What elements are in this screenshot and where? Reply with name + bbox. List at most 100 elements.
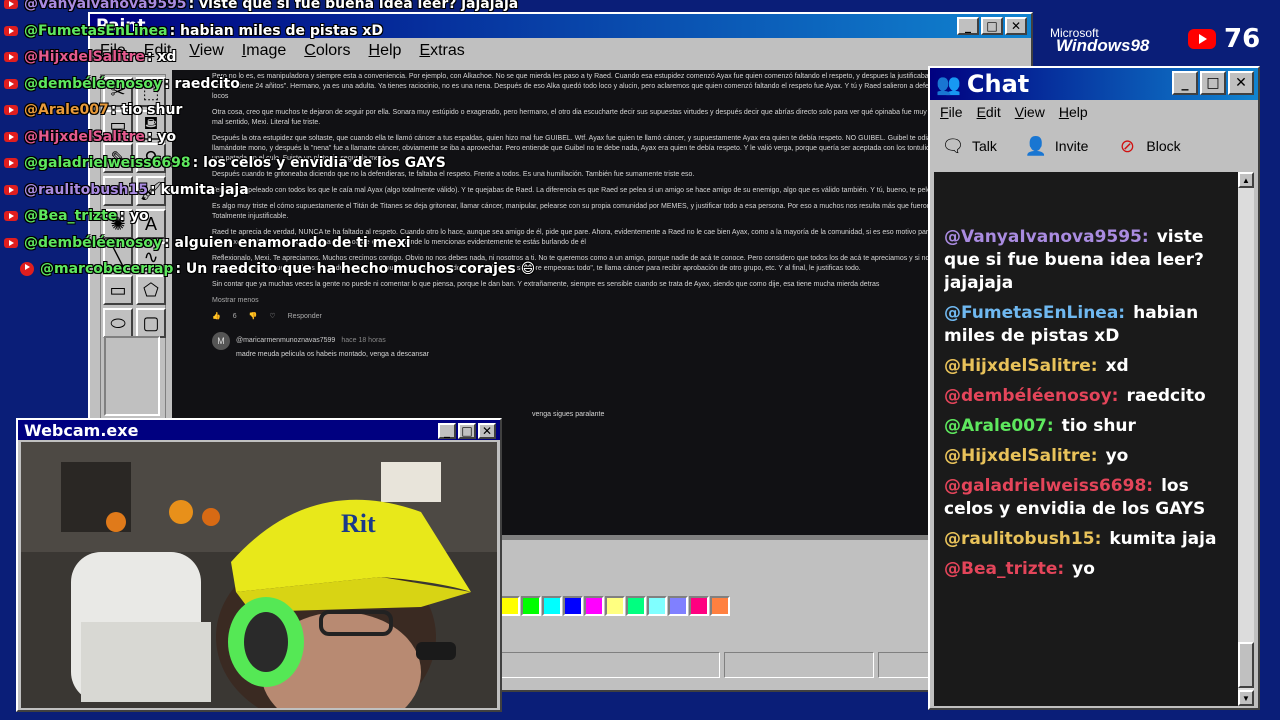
overlay-chat-line: @dembéléenosoy: raedcito [4, 76, 240, 92]
chat-username[interactable]: @raulitobush15: [944, 529, 1101, 549]
chat-message: @VanyaIvanova9595: viste que si fue buena… [944, 226, 1228, 295]
color-swatch[interactable] [584, 596, 604, 616]
color-swatch[interactable] [647, 596, 667, 616]
youtube-icon [4, 25, 18, 36]
minimize-button[interactable]: _ [1172, 71, 1198, 95]
scroll-up-icon[interactable]: ▲ [1238, 172, 1254, 188]
comment-paragraph: Terminaste peleado con todos los que le … [212, 187, 979, 194]
block-label: Block [1146, 138, 1181, 154]
chat-message: @Arale007: tio shur [944, 415, 1228, 438]
menu-help[interactable]: Help [369, 42, 402, 60]
show-less-link[interactable]: Mostrar menos [212, 296, 1012, 306]
overlay-chat-user: @dembéléenosoy [24, 234, 163, 251]
reply-button[interactable]: Responder [288, 312, 322, 322]
minimize-button[interactable]: _ [438, 423, 456, 439]
rectangle-tool-icon[interactable]: ▭ [103, 275, 133, 305]
color-swatch[interactable] [542, 596, 562, 616]
chat-username[interactable]: @VanyaIvanova9595: [944, 227, 1149, 247]
viewer-count: 76 [1224, 24, 1261, 54]
overlay-chat-line: @galadrielweiss6698: los celos y envidia… [4, 155, 446, 171]
chat-menu-help[interactable]: Help [1059, 104, 1088, 120]
talk-label: Talk [972, 138, 997, 154]
rounded-rect-tool-icon[interactable]: ▢ [136, 308, 166, 338]
youtube-icon [4, 158, 18, 168]
color-swatch[interactable] [563, 596, 583, 616]
maximize-button[interactable]: □ [458, 423, 476, 439]
close-button[interactable]: ✕ [1005, 17, 1027, 35]
chat-message: @dembéléenosoy: raedcito [944, 385, 1228, 408]
invite-button[interactable]: 👤 Invite [1023, 133, 1089, 159]
scroll-down-icon[interactable]: ▼ [1238, 690, 1254, 706]
color-swatch[interactable] [668, 596, 688, 616]
webcam-titlebar[interactable]: Webcam.exe _ □ ✕ [18, 420, 500, 440]
chat-username[interactable]: @FumetasEnLinea: [944, 303, 1125, 323]
chat-menu-file[interactable]: File [940, 104, 963, 120]
polygon-tool-icon[interactable]: ⬠ [136, 275, 166, 305]
chat-username[interactable]: @HijxdelSalitre: [944, 446, 1098, 466]
color-palette [500, 596, 730, 616]
overlay-chat-text: : los celos y envidia de los GAYS [192, 155, 446, 171]
chat-window: 👥 Chat _ □ ✕ File Edit View Help 🗨 Talk … [928, 66, 1260, 710]
menu-colors[interactable]: Colors [304, 42, 350, 60]
like-icon[interactable]: 👍 [212, 312, 221, 322]
webcam-window-controls: _ □ ✕ [438, 423, 496, 439]
color-swatch[interactable] [500, 596, 520, 616]
chat-menu-view[interactable]: View [1015, 104, 1045, 120]
overlay-chat-user: @galadrielweiss6698 [24, 155, 191, 171]
chat-username[interactable]: @galadrielweiss6698: [944, 476, 1153, 496]
chat-text: yo [1105, 446, 1129, 466]
color-swatch[interactable] [710, 596, 730, 616]
status-text [500, 652, 720, 678]
chat-toolbar: 🗨 Talk 👤 Invite ⊘ Block [930, 124, 1258, 168]
scroll-thumb[interactable] [1238, 642, 1254, 688]
chat-message: @Bea_trizte: yo [944, 558, 1228, 581]
close-button[interactable]: ✕ [478, 423, 496, 439]
overlay-chat-line: @Bea_trizte: yo [4, 208, 149, 224]
tool-options-box[interactable] [104, 336, 160, 416]
chat-message-pane: @VanyaIvanova9595: viste que si fue buena… [934, 172, 1254, 706]
color-swatch[interactable] [626, 596, 646, 616]
overlay-chat-user: @raulitobush15 [24, 181, 148, 198]
color-swatch[interactable] [605, 596, 625, 616]
block-button[interactable]: ⊘ Block [1114, 133, 1181, 159]
overlay-chat-user: @Bea_trizte [24, 208, 118, 224]
chat-message-list: @VanyaIvanova9595: viste que si fue buena… [944, 226, 1228, 638]
menu-image[interactable]: Image [242, 42, 286, 60]
chat-scrollbar[interactable]: ▲ ▼ [1238, 172, 1254, 706]
chat-text: yo [1072, 559, 1095, 579]
windows98-label: Windows98 [1056, 36, 1150, 55]
member-badge-icon [20, 262, 34, 276]
chat-window-controls: _ □ ✕ [1172, 71, 1254, 95]
maximize-button[interactable]: □ [981, 17, 1003, 35]
webcam-title: Webcam.exe [24, 420, 139, 440]
talk-button[interactable]: 🗨 Talk [940, 133, 997, 159]
overlay-chat-text: : xd [146, 49, 177, 65]
heart-icon[interactable]: ♡ [269, 312, 275, 322]
chat-username[interactable]: @dembéléenosoy: [944, 386, 1118, 406]
overlay-chat-text: : yo [146, 128, 177, 145]
color-swatch[interactable] [521, 596, 541, 616]
minimize-button[interactable]: _ [957, 17, 979, 35]
chat-username[interactable]: @Arale007: [944, 416, 1054, 436]
overlay-chat-line: @HijxdelSalitre: xd [4, 49, 176, 65]
comment-paragraph: Es algo muy triste el cómo supuestamente… [212, 203, 1011, 220]
ellipse-tool-icon[interactable]: ⬭ [103, 308, 133, 338]
maximize-button[interactable]: □ [1200, 71, 1226, 95]
comment-paragraph: Después cuando te gritoneaba diciendo qu… [212, 171, 695, 178]
overlay-chat-line: @raulitobush15: kumita jaja [4, 182, 249, 198]
chat-menu-edit[interactable]: Edit [977, 104, 1001, 120]
close-button[interactable]: ✕ [1228, 71, 1254, 95]
reply-author[interactable]: @maricarmenmunoznavas7599 [236, 336, 335, 346]
color-swatch[interactable] [689, 596, 709, 616]
chat-text: xd [1105, 356, 1129, 376]
overlay-chat-line: @dembéléenosoy: alguien enamorado de ti … [4, 235, 411, 251]
chat-username[interactable]: @Bea_trizte: [944, 559, 1064, 579]
menu-view[interactable]: View [189, 42, 223, 60]
overlay-chat-text: : Un raedcito que ha hecho muchos coraje… [175, 261, 536, 277]
overlay-chat-user: @HijxdelSalitre [24, 128, 145, 145]
menu-extras[interactable]: Extras [419, 42, 464, 60]
dislike-icon[interactable]: 👎 [249, 312, 258, 322]
overlay-chat-line: @HijxdelSalitre: yo [4, 129, 176, 145]
chat-username[interactable]: @HijxdelSalitre: [944, 356, 1098, 376]
chat-titlebar[interactable]: 👥 Chat _ □ ✕ [930, 68, 1258, 100]
